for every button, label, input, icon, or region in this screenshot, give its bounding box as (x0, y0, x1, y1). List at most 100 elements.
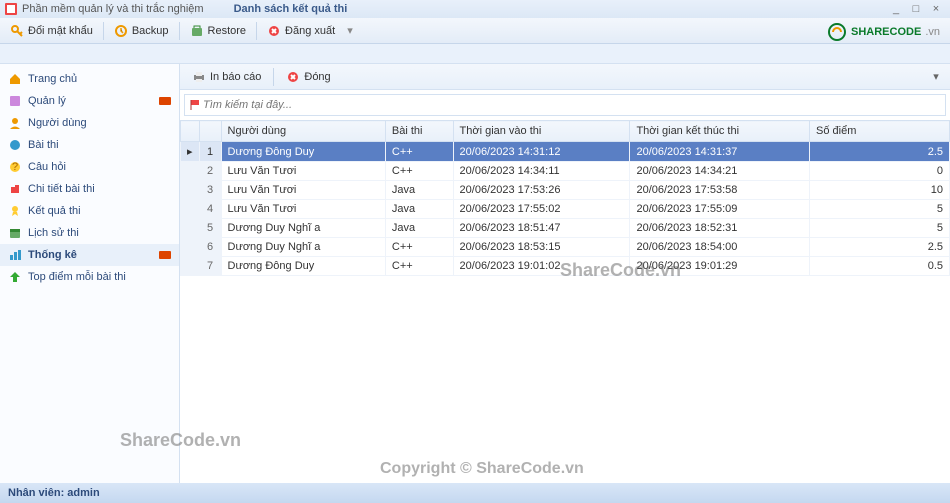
home-icon (8, 72, 22, 86)
history-icon (8, 226, 22, 240)
table-row[interactable]: 7Dương Đông DuyC++20/06/2023 19:01:0220/… (181, 257, 950, 276)
title-bar: Phần mềm quản lý và thi trắc nghiệm Danh… (0, 0, 950, 18)
sidebar-item-question[interactable]: ? Câu hỏi (0, 156, 179, 178)
cell-end: 20/06/2023 17:55:09 (630, 200, 810, 219)
cell-exam: C++ (385, 257, 453, 276)
sidebar-item-home[interactable]: Trang chủ (0, 68, 179, 90)
sidebar-label: Lịch sử thi (28, 227, 79, 239)
row-number: 1 (199, 142, 221, 162)
cell-end: 20/06/2023 14:31:37 (630, 142, 810, 162)
table-row[interactable]: 4Lưu Văn TươiJava20/06/2023 17:55:0220/0… (181, 200, 950, 219)
results-grid[interactable]: Người dùng Bài thi Thời gian vào thi Thờ… (180, 120, 950, 483)
status-bar: Nhân viên: admin (0, 483, 950, 503)
search-box[interactable] (184, 94, 946, 116)
sidebar-item-result[interactable]: Kết quả thi (0, 200, 179, 222)
sidebar-label: Trang chủ (28, 73, 77, 85)
cell-end: 20/06/2023 14:34:21 (630, 162, 810, 181)
table-row[interactable]: 6Dương Duy Nghĩ aC++20/06/2023 18:53:152… (181, 238, 950, 257)
cell-exam: C++ (385, 238, 453, 257)
toolbar-overflow[interactable]: ▾ (347, 24, 353, 37)
brand-name: SHARECODE (851, 26, 921, 38)
sidebar-label: Thống kê (28, 249, 77, 261)
cell-exam: Java (385, 200, 453, 219)
sidebar-item-history[interactable]: Lịch sử thi (0, 222, 179, 244)
cell-exam: C++ (385, 162, 453, 181)
backup-label: Backup (132, 25, 169, 37)
question-icon: ? (8, 160, 22, 174)
row-number: 6 (199, 238, 221, 257)
table-row[interactable]: 3Lưu Văn TươiJava20/06/2023 17:53:2620/0… (181, 181, 950, 200)
backup-button[interactable]: Backup (108, 22, 175, 40)
row-number: 3 (199, 181, 221, 200)
sidebar-item-users[interactable]: Người dùng (0, 112, 179, 134)
search-flag-icon (189, 98, 203, 112)
change-password-button[interactable]: Đổi mật khẩu (4, 22, 99, 40)
close-tab-button[interactable]: Đóng (280, 68, 336, 86)
print-report-button[interactable]: In báo cáo (186, 68, 267, 86)
content-area: In báo cáo Đóng ▾ Người dùng Bài thi (180, 64, 950, 483)
sidebar-item-stats[interactable]: Thống kê (0, 244, 179, 266)
row-indicator (181, 181, 200, 200)
header-exam[interactable]: Bài thi (385, 121, 453, 142)
minimize-button[interactable]: _ (886, 3, 906, 15)
sidebar-item-detail[interactable]: Chi tiết bài thi (0, 178, 179, 200)
cell-start: 20/06/2023 18:51:47 (453, 219, 630, 238)
dropdown-arrow[interactable]: ▾ (928, 70, 944, 83)
sidebar-label: Người dùng (28, 117, 87, 129)
ribbon-band (0, 44, 950, 64)
cell-user: Dương Đông Duy (221, 257, 385, 276)
table-row[interactable]: 2Lưu Văn TươiC++20/06/2023 14:34:1120/06… (181, 162, 950, 181)
header-score[interactable]: Số điểm (810, 121, 950, 142)
badge-icon (159, 251, 171, 259)
sidebar-label: Quản lý (28, 95, 66, 107)
change-password-label: Đổi mật khẩu (28, 25, 93, 37)
row-indicator (181, 200, 200, 219)
close-label: Đóng (304, 71, 330, 83)
sidebar-item-exam[interactable]: Bài thi (0, 134, 179, 156)
brand-suffix: .vn (925, 26, 940, 38)
header-start[interactable]: Thời gian vào thi (453, 121, 630, 142)
cell-score: 0.5 (810, 257, 950, 276)
cell-user: Dương Duy Nghĩ a (221, 219, 385, 238)
cell-user: Lưu Văn Tươi (221, 200, 385, 219)
search-input[interactable] (203, 99, 941, 111)
sub-toolbar: In báo cáo Đóng ▾ (180, 64, 950, 90)
header-rownum (199, 121, 221, 142)
separator (103, 22, 104, 40)
header-user[interactable]: Người dùng (221, 121, 385, 142)
close-window-button[interactable]: × (926, 3, 946, 15)
restore-icon (190, 24, 204, 38)
maximize-button[interactable]: □ (906, 3, 926, 15)
restore-button[interactable]: Restore (184, 22, 253, 40)
brand-logo: SHARECODE .vn (827, 22, 940, 42)
cell-score: 0 (810, 162, 950, 181)
cell-user: Dương Đông Duy (221, 142, 385, 162)
cell-score: 5 (810, 200, 950, 219)
row-indicator (181, 257, 200, 276)
header-end[interactable]: Thời gian kết thúc thi (630, 121, 810, 142)
separator (273, 68, 274, 86)
print-label: In báo cáo (210, 71, 261, 83)
separator (256, 22, 257, 40)
cell-start: 20/06/2023 17:53:26 (453, 181, 630, 200)
table-row[interactable]: 5Dương Duy Nghĩ aJava20/06/2023 18:51:47… (181, 219, 950, 238)
cell-score: 2.5 (810, 238, 950, 257)
table-row[interactable]: ▸1Dương Đông DuyC++20/06/2023 14:31:1220… (181, 142, 950, 162)
close-icon (286, 70, 300, 84)
window-title: Phần mềm quản lý và thi trắc nghiệm (22, 3, 204, 15)
backup-icon (114, 24, 128, 38)
main-toolbar: Đổi mật khẩu Backup Restore Đăng xuất ▾ (0, 18, 950, 44)
sidebar-label: Bài thi (28, 139, 59, 151)
sidebar-item-manage[interactable]: Quản lý (0, 90, 179, 112)
cell-score: 2.5 (810, 142, 950, 162)
logout-button[interactable]: Đăng xuất (261, 22, 341, 40)
cell-user: Lưu Văn Tươi (221, 162, 385, 181)
row-number: 2 (199, 162, 221, 181)
sidebar-item-top[interactable]: Top điểm mỗi bài thi (0, 266, 179, 288)
app-icon (4, 2, 18, 16)
result-icon (8, 204, 22, 218)
row-indicator (181, 238, 200, 257)
cell-score: 10 (810, 181, 950, 200)
exam-icon (8, 138, 22, 152)
tab-title-top: Danh sách kết quả thi (234, 3, 348, 15)
